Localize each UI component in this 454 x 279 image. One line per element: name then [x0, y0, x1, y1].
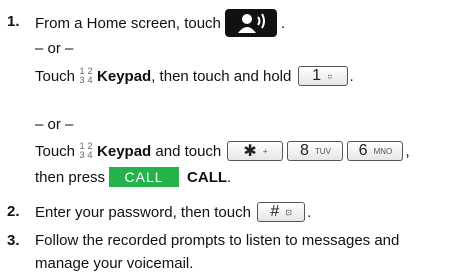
voicemail-person-icon	[237, 13, 265, 33]
key-1-voicemail: 1 ⠶	[297, 66, 348, 86]
step-1-line: From a Home screen, touch .	[35, 8, 285, 38]
voicemail-key	[224, 9, 277, 37]
step-1-text: From a Home screen, touch	[35, 14, 221, 32]
alt-1-end: .	[349, 67, 354, 85]
step-1-number: 1.	[7, 13, 20, 30]
alt-1-mid: , then touch and hold	[151, 67, 292, 85]
alt-2-mid: and touch	[155, 142, 222, 160]
step-2-end: .	[307, 203, 312, 221]
call-button: CALL	[109, 167, 180, 187]
alt-2-line-2: then press CALL CALL .	[35, 165, 231, 189]
step-1-end: .	[280, 14, 286, 32]
keypad-icon: 12 34	[79, 66, 93, 85]
key-star: ✱ +	[227, 141, 284, 161]
step-3-line-1: Follow the recorded prompts to listen to…	[35, 232, 400, 249]
alt-1-touch: Touch	[35, 67, 76, 85]
step-2-line: Enter your password, then touch # ⊡ .	[35, 200, 311, 224]
key-hash: # ⊡	[257, 202, 306, 222]
step-2-text: Enter your password, then touch	[35, 203, 251, 221]
alt-2-line-2-end: .	[227, 168, 232, 186]
call-label: CALL	[187, 168, 228, 186]
keypad-icon: 12 34	[79, 141, 93, 160]
step-2-number: 2.	[7, 203, 20, 220]
key-6: 6 MNO	[347, 141, 404, 161]
step-3-line-2: manage your voicemail.	[35, 255, 194, 272]
keypad-label: Keypad	[97, 142, 152, 160]
alt-2-end: ,	[405, 142, 410, 160]
or-separator-2: – or –	[35, 116, 74, 133]
step-3-number: 3.	[7, 232, 20, 249]
alt-2-then-press: then press	[35, 168, 106, 186]
or-separator-1: – or –	[35, 40, 74, 57]
key-8: 8 TUV	[287, 141, 344, 161]
keypad-label: Keypad	[97, 67, 152, 85]
alt-2-line: Touch 12 34 Keypad and touch ✱ + 8 TUV 6 MN…	[35, 139, 410, 163]
alt-1-line: Touch 12 34 Keypad , then touch and hold…	[35, 64, 354, 88]
alt-2-touch: Touch	[35, 142, 76, 160]
